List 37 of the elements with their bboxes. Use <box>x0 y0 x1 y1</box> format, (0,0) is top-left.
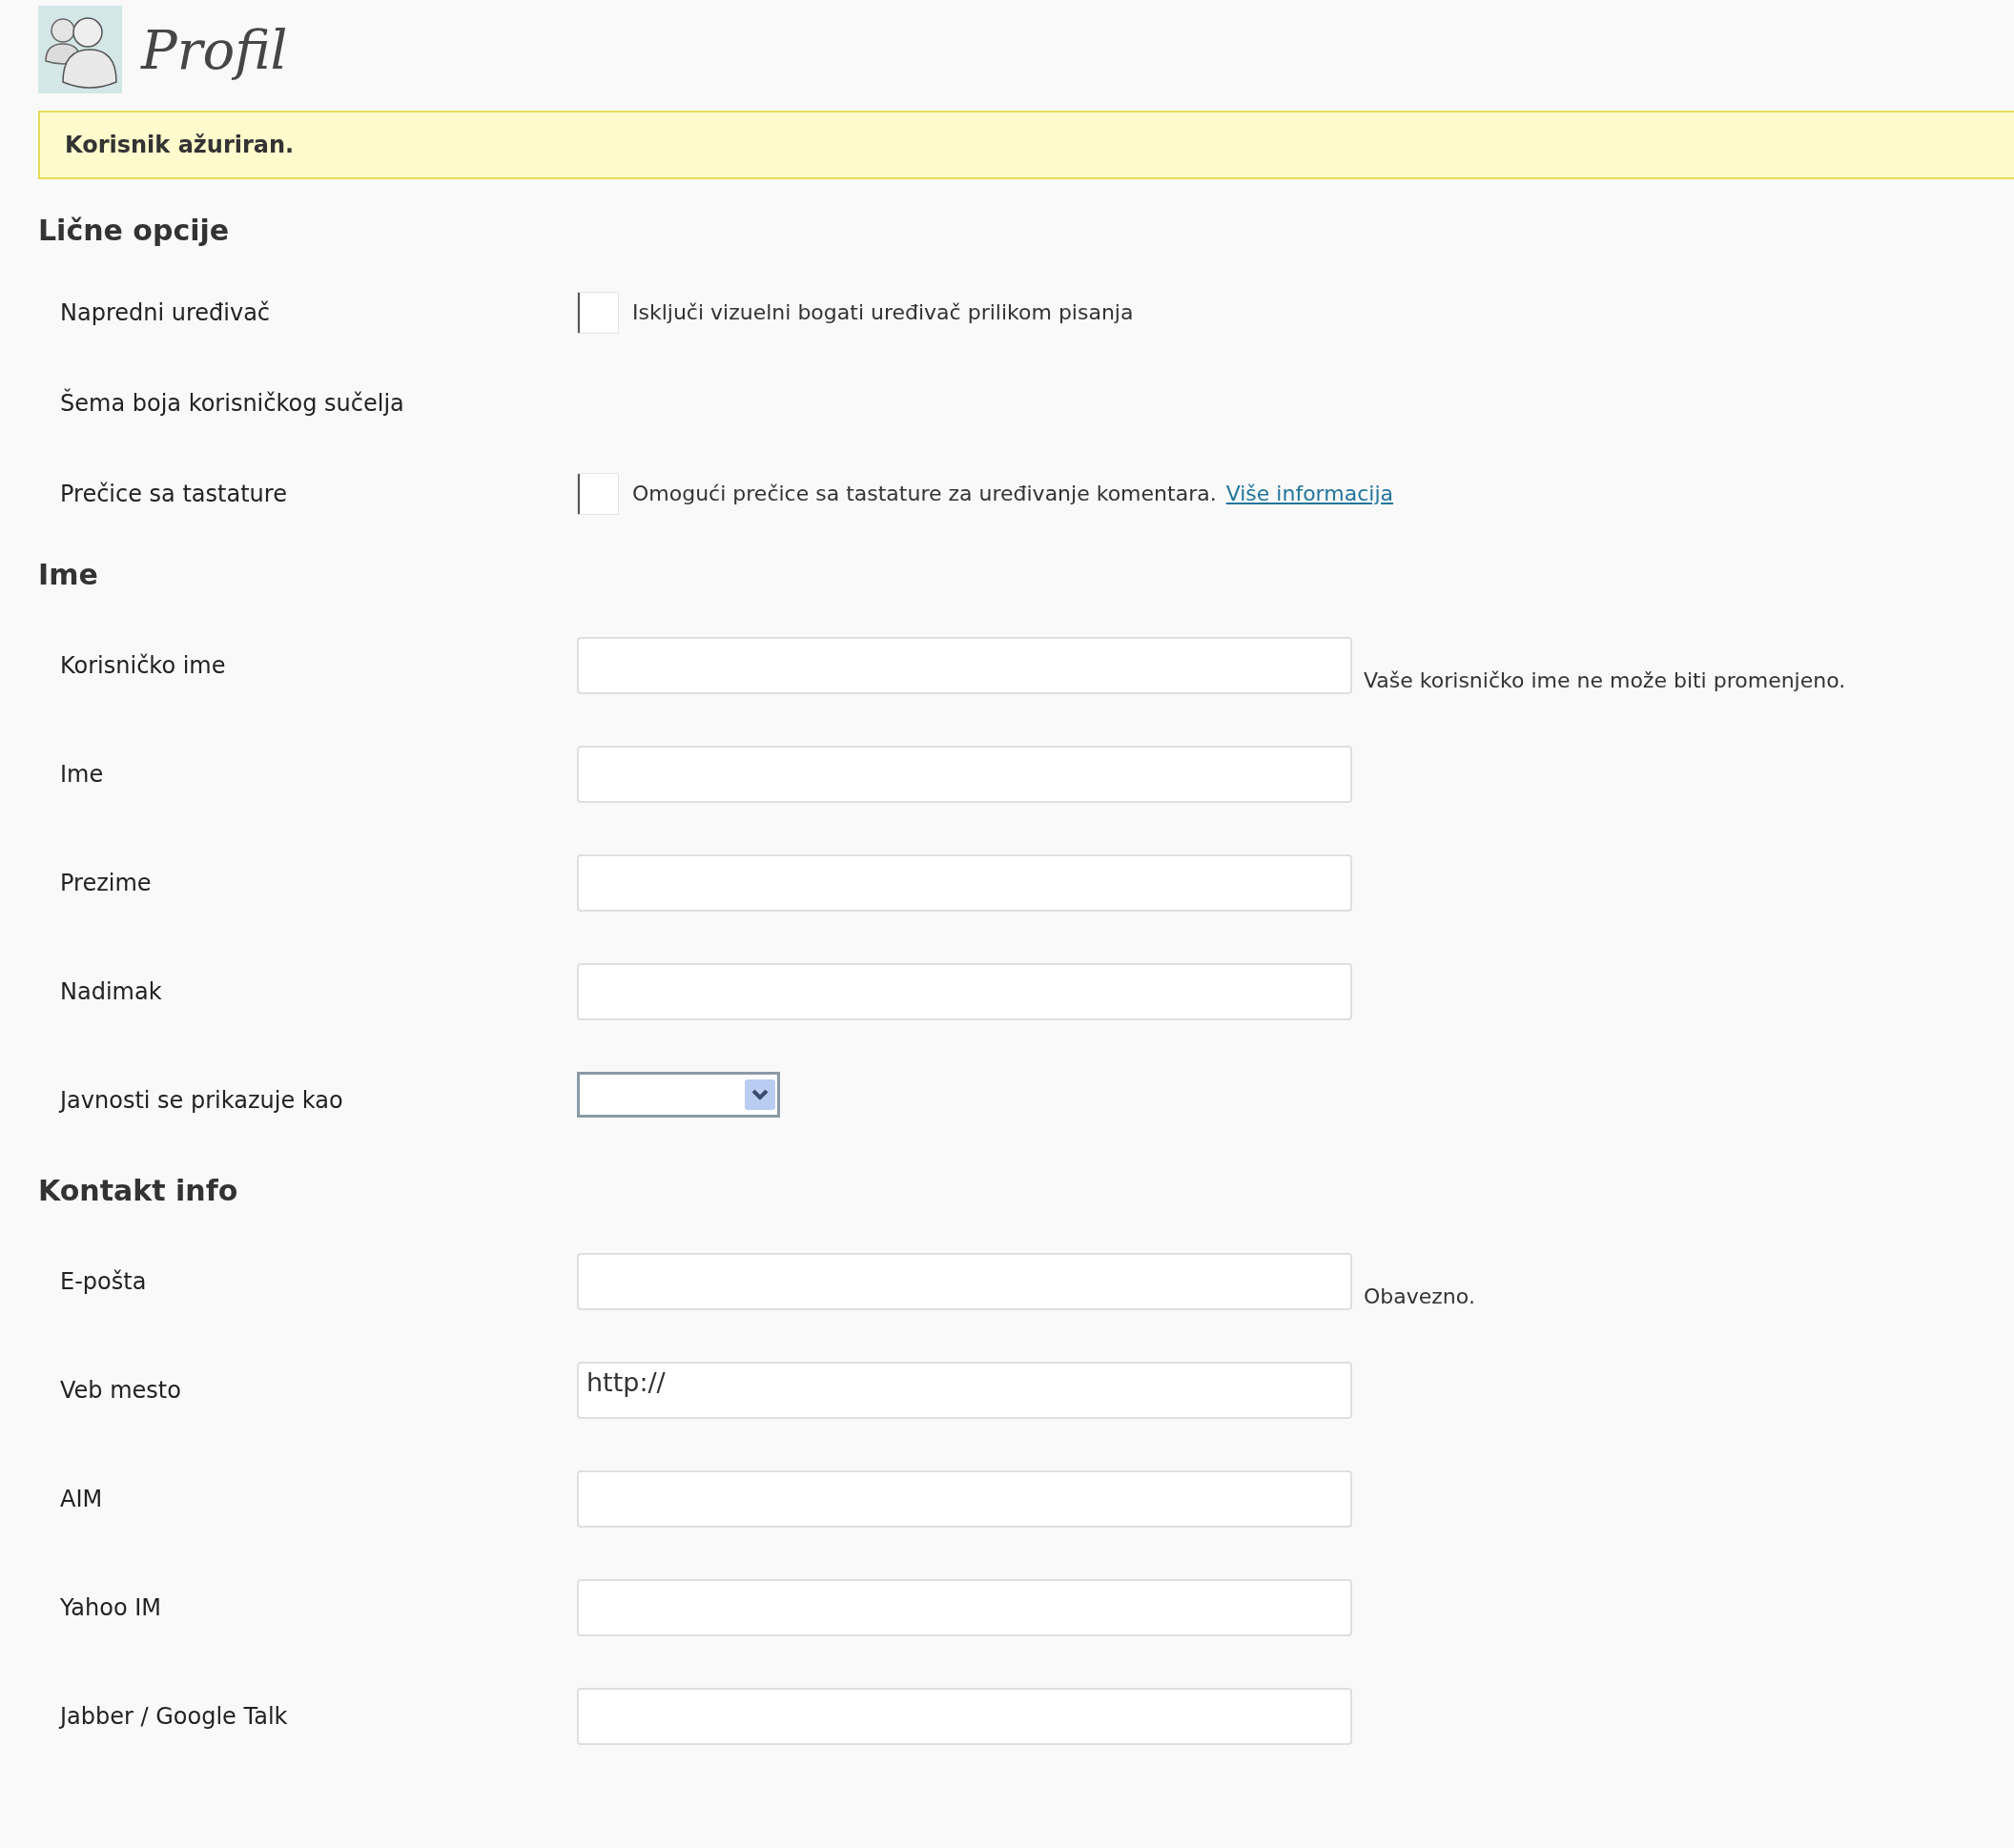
notice-text: Korisnik ažuriran. <box>65 132 295 158</box>
text-input[interactable] <box>577 1470 1352 1528</box>
text-input[interactable] <box>577 1253 1352 1310</box>
checkbox-label: Omogući prečice sa tastature za uređivanje komentara. <box>632 482 1217 505</box>
section-heading: Lične opcije <box>38 213 230 249</box>
text-input[interactable] <box>577 1579 1352 1636</box>
field-label: Javnosti se prikazuje kao <box>60 1087 343 1114</box>
field-label: Šema boja korisničkog sučelja <box>60 389 404 417</box>
field-label: Napredni uređivač <box>60 298 271 326</box>
chevron-down-icon <box>745 1078 775 1111</box>
field-label: Yahoo IM <box>60 1594 162 1621</box>
checkbox[interactable] <box>577 291 619 334</box>
field-label: Korisničko ime <box>60 652 226 679</box>
field-label: AIM <box>60 1486 103 1512</box>
field-note: Vaše korisničko ime ne može biti promenjeno. <box>1364 667 1846 692</box>
checkbox-label: Isključi vizuelni bogati uređivač prilikom pisanja <box>632 300 1134 324</box>
checkbox[interactable] <box>577 472 619 515</box>
field-label: Nadimak <box>60 978 162 1005</box>
field-label: Prečice sa tastature <box>60 480 287 507</box>
text-input[interactable] <box>577 963 1352 1020</box>
more-info-link[interactable]: Više informacija <box>1225 482 1393 505</box>
field-note: Obavezno. <box>1364 1283 1475 1308</box>
section-heading: Kontakt info <box>38 1173 238 1209</box>
text-input[interactable] <box>577 637 1352 694</box>
text-input[interactable] <box>577 854 1352 912</box>
field-label: Prezime <box>60 870 152 896</box>
page-title: Profil <box>141 18 288 81</box>
text-input[interactable] <box>577 746 1352 803</box>
text-input[interactable] <box>577 1688 1352 1745</box>
text-input[interactable]: http:// <box>577 1362 1352 1419</box>
field-label: Jabber / Google Talk <box>60 1703 288 1730</box>
display-name-dropdown[interactable] <box>577 1072 780 1118</box>
users-icon <box>38 6 122 93</box>
field-label: E-pošta <box>60 1268 147 1295</box>
section-heading: Ime <box>38 557 98 593</box>
field-label: Veb mesto <box>60 1377 181 1404</box>
field-label: Ime <box>60 761 104 788</box>
